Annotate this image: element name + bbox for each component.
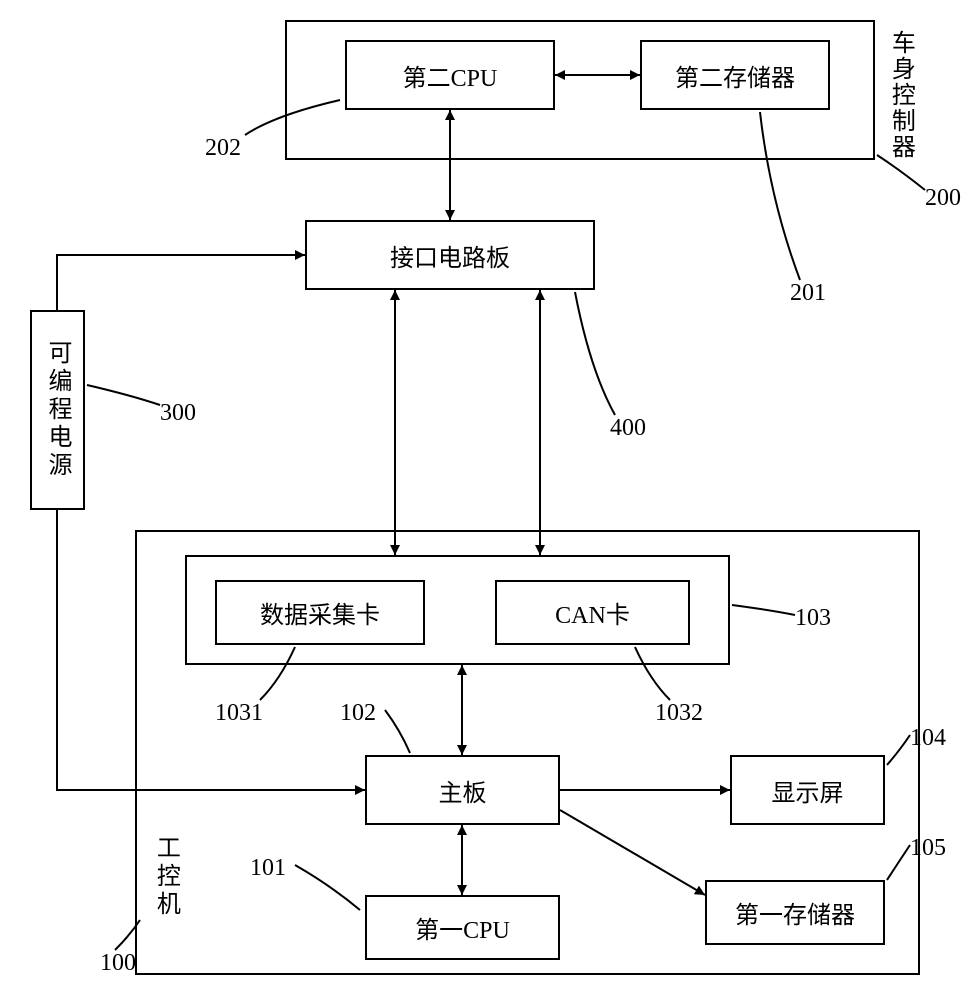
ref-1032: 1032 — [655, 700, 703, 727]
cpu1-block: 第一CPU — [365, 895, 560, 960]
display-block: 显示屏 — [730, 755, 885, 825]
mem2-block: 第二存储器 — [640, 40, 830, 110]
interface-board-block: 接口电路板 — [305, 220, 595, 290]
cpu2-block: 第二CPU — [345, 40, 555, 110]
ref-300: 300 — [160, 400, 196, 427]
body-controller-label: 车身控制器 — [885, 30, 915, 160]
mem2-label: 第二存储器 — [675, 58, 795, 93]
interface-board-label: 接口电路板 — [390, 238, 510, 273]
power-block: 可编程电源 — [30, 310, 85, 510]
can-card-block: CAN卡 — [495, 580, 690, 645]
ref-103: 103 — [795, 605, 831, 632]
ref-202: 202 — [205, 135, 241, 162]
cpu1-label: 第一CPU — [415, 910, 510, 945]
mem1-block: 第一存储器 — [705, 880, 885, 945]
ref-400: 400 — [610, 415, 646, 442]
ref-105: 105 — [910, 835, 946, 862]
power-label: 可编程电源 — [40, 340, 75, 480]
mainboard-block: 主板 — [365, 755, 560, 825]
ref-201: 201 — [790, 280, 826, 307]
display-label: 显示屏 — [772, 773, 844, 808]
can-card-label: CAN卡 — [555, 595, 630, 630]
daq-card-block: 数据采集卡 — [215, 580, 425, 645]
ref-200: 200 — [925, 185, 961, 212]
ref-102: 102 — [340, 700, 376, 727]
cpu2-label: 第二CPU — [403, 58, 498, 93]
mem1-label: 第一存储器 — [735, 895, 855, 930]
daq-card-label: 数据采集卡 — [260, 595, 380, 630]
mainboard-label: 主板 — [439, 773, 487, 808]
ref-1031: 1031 — [215, 700, 263, 727]
ref-100: 100 — [100, 950, 136, 977]
ref-101: 101 — [250, 855, 286, 882]
ref-104: 104 — [910, 725, 946, 752]
ipc-label: 工控机 — [150, 835, 180, 919]
